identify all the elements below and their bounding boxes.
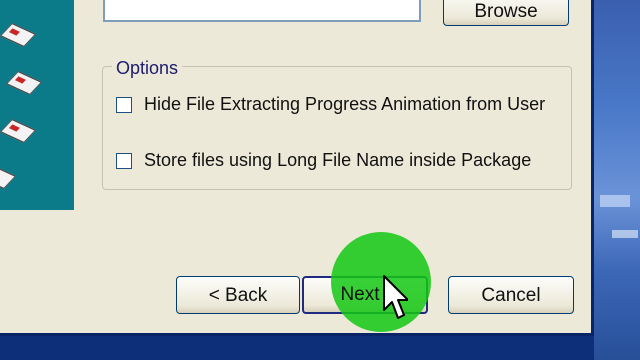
long-filename-label: Store files using Long File Name inside … [144,150,532,170]
hide-progress-option[interactable]: Hide File Extracting Progress Animation … [116,94,545,115]
taskbar-edge [0,336,594,360]
floppy-disk-icon [5,70,43,96]
mouse-pointer-icon [383,275,408,319]
floppy-disk-icon [0,164,17,190]
back-button[interactable]: < Back [176,276,300,314]
wizard-dialog: Browse Options Hide File Extracting Prog… [0,0,594,336]
file-path-input[interactable] [103,0,421,22]
floppy-disk-icon [0,22,37,48]
cancel-button[interactable]: Cancel [448,276,574,314]
hide-progress-label: Hide File Extracting Progress Animation … [144,94,546,114]
long-filename-option[interactable]: Store files using Long File Name inside … [116,150,531,171]
floppy-disk-icon [0,118,37,144]
desktop-background [592,0,640,360]
browse-button[interactable]: Browse [443,0,569,26]
desktop-reflection [600,195,630,207]
long-filename-checkbox[interactable] [116,152,132,169]
options-groupbox [102,66,572,190]
hide-progress-checkbox[interactable] [116,96,132,113]
wizard-side-panel [0,0,74,210]
desktop-reflection [612,230,638,238]
options-group-title: Options [112,58,183,79]
